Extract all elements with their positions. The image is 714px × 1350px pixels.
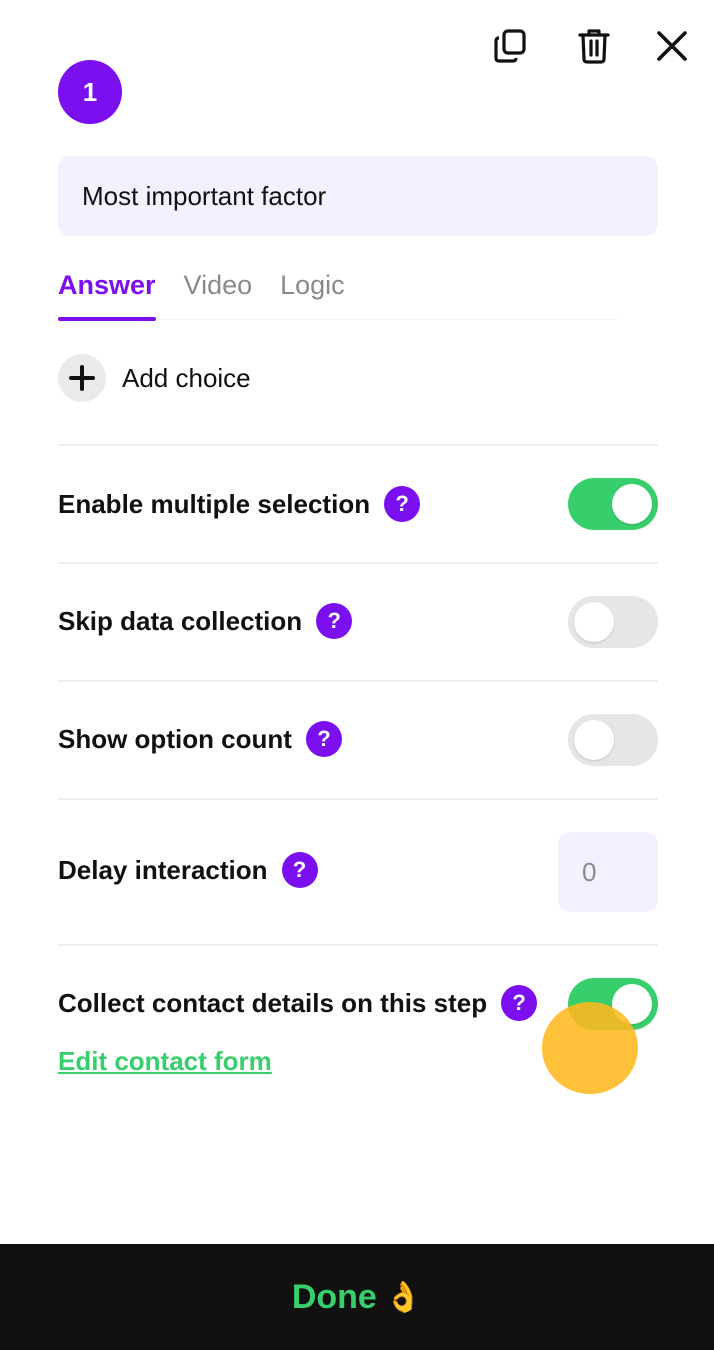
skip-data-row: Skip data collection ? [58,603,353,639]
divider [58,680,658,682]
delay-row: Delay interaction ? [58,852,318,888]
help-icon[interactable]: ? [501,985,538,1021]
toggle-knob [612,484,652,524]
tab-answer[interactable]: Answer [58,266,156,321]
multiple-selection-row: Enable multiple selection ? [58,486,421,522]
multiple-selection-label: Enable multiple selection [58,488,371,519]
delete-button[interactable] [574,26,614,66]
option-count-toggle[interactable] [568,714,658,766]
done-button[interactable]: Done 👌 [0,1244,714,1350]
help-icon[interactable]: ? [281,852,318,888]
question-title-input[interactable] [58,156,658,236]
divider [58,562,658,564]
option-count-row: Show option count ? [58,721,342,757]
done-label-group: Done 👌 [292,1278,422,1317]
ok-hand-icon: 👌 [384,1280,423,1314]
option-count-label: Show option count [58,723,292,754]
edit-contact-form-link[interactable]: Edit contact form [58,1046,272,1077]
help-icon[interactable]: ? [316,603,353,639]
divider [58,944,658,946]
divider [58,798,658,800]
trash-icon [578,29,610,64]
help-icon[interactable]: ? [305,721,342,757]
skip-data-toggle[interactable] [568,596,658,648]
add-choice-button[interactable]: Add choice [58,354,251,402]
step-number-badge: 1 [58,60,122,124]
touch-indicator [542,1002,638,1094]
close-button[interactable] [652,26,692,66]
editor-tabs: Answer Video Logic [58,266,618,321]
plus-icon [58,354,106,402]
tab-logic[interactable]: Logic [280,266,345,320]
duplicate-icon [494,29,526,63]
close-icon [657,31,687,61]
add-choice-label: Add choice [122,362,251,393]
divider [58,444,658,446]
skip-data-label: Skip data collection [58,605,303,636]
toggle-knob [574,602,614,642]
delay-input[interactable] [558,832,658,912]
done-label: Done [291,1277,377,1316]
help-icon[interactable]: ? [384,486,421,522]
contact-row: Collect contact details on this step ? [58,985,538,1021]
tab-video[interactable]: Video [184,266,253,320]
toggle-knob [574,720,614,760]
duplicate-button[interactable] [490,26,530,66]
multiple-selection-toggle[interactable] [568,478,658,530]
delay-label: Delay interaction [58,854,268,885]
contact-label: Collect contact details on this step [58,987,488,1018]
